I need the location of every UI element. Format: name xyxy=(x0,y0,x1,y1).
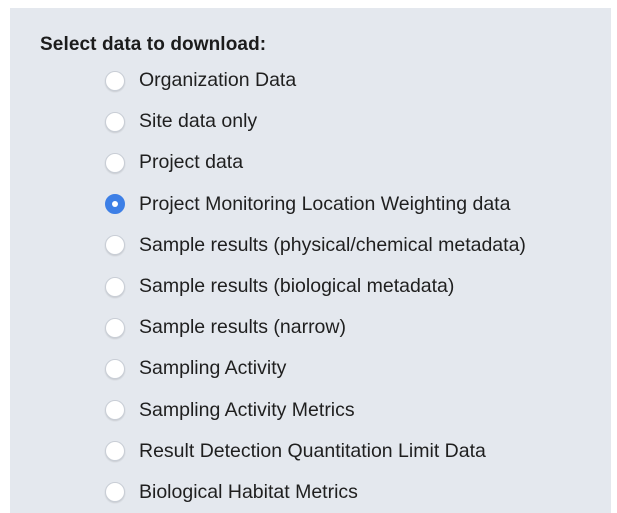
option-project-monitoring-location-weighting-data[interactable]: Project Monitoring Location Weighting da… xyxy=(105,184,526,225)
radio-button[interactable] xyxy=(105,276,125,297)
radio-button[interactable] xyxy=(105,194,125,215)
option-label: Biological Habitat Metrics xyxy=(139,480,358,503)
option-sample-results-biological[interactable]: Sample results (biological metadata) xyxy=(105,266,526,307)
radio-button[interactable] xyxy=(105,441,125,462)
radio-button[interactable] xyxy=(105,235,125,256)
option-biological-habitat-metrics[interactable]: Biological Habitat Metrics xyxy=(105,472,526,513)
option-label: Result Detection Quantitation Limit Data xyxy=(139,439,486,462)
radio-button[interactable] xyxy=(105,358,125,379)
option-sampling-activity-metrics[interactable]: Sampling Activity Metrics xyxy=(105,390,526,431)
option-project-data[interactable]: Project data xyxy=(105,142,526,183)
option-label: Project Monitoring Location Weighting da… xyxy=(139,192,511,215)
option-organization-data[interactable]: Organization Data xyxy=(105,60,526,101)
radio-button[interactable] xyxy=(105,111,125,132)
option-sampling-activity[interactable]: Sampling Activity xyxy=(105,348,526,389)
option-result-detection-quantitation-limit[interactable]: Result Detection Quantitation Limit Data xyxy=(105,431,526,472)
download-options-panel: Select data to download: Organization Da… xyxy=(10,8,611,513)
option-label: Site data only xyxy=(139,110,258,133)
download-heading: Select data to download: xyxy=(40,34,267,55)
option-site-data-only[interactable]: Site data only xyxy=(105,101,526,142)
option-label: Organization Data xyxy=(139,69,297,92)
radio-button[interactable] xyxy=(105,70,125,91)
option-label: Sampling Activity xyxy=(139,357,287,380)
radio-button[interactable] xyxy=(105,317,125,338)
option-sample-results-physical-chemical[interactable]: Sample results (physical/chemical metada… xyxy=(105,225,526,266)
option-label: Sample results (narrow) xyxy=(139,316,346,339)
option-label: Sampling Activity Metrics xyxy=(139,398,355,421)
option-label: Sample results (physical/chemical metada… xyxy=(139,233,526,256)
download-option-list: Organization Data Site data only Project… xyxy=(105,60,526,513)
option-sample-results-narrow[interactable]: Sample results (narrow) xyxy=(105,307,526,348)
option-label: Sample results (biological metadata) xyxy=(139,275,455,298)
radio-button[interactable] xyxy=(105,400,125,421)
option-label: Project data xyxy=(139,151,244,174)
radio-button[interactable] xyxy=(105,152,125,173)
radio-button[interactable] xyxy=(105,482,125,503)
